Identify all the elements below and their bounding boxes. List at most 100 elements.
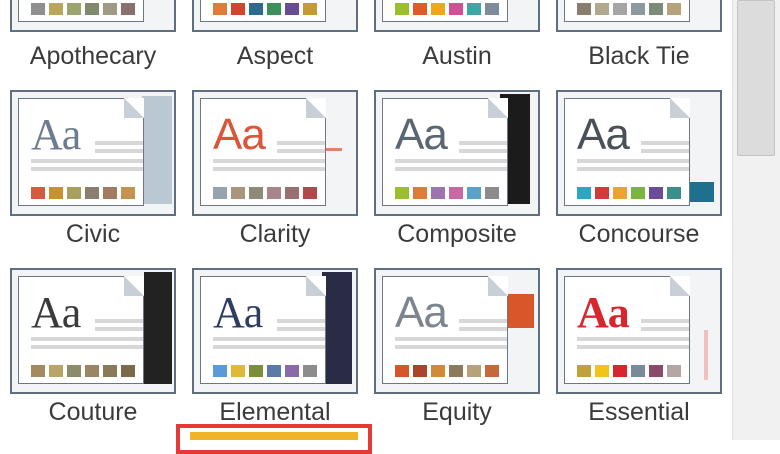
text-line-placeholder xyxy=(95,141,143,145)
color-swatch xyxy=(285,365,299,377)
color-swatch xyxy=(613,187,627,199)
color-swatch xyxy=(49,3,63,15)
color-swatch xyxy=(67,365,81,377)
text-line-placeholder xyxy=(577,345,689,349)
theme-tile-black-tie[interactable] xyxy=(556,0,722,32)
color-swatch xyxy=(577,365,591,377)
theme-accent-art xyxy=(322,272,352,384)
theme-document-preview: Aa xyxy=(382,98,508,206)
theme-document-preview: Aa xyxy=(200,276,326,384)
theme-label: Aspect xyxy=(236,42,314,70)
font-sample: Aa xyxy=(31,288,81,337)
text-line-placeholder xyxy=(395,167,507,171)
theme-document-preview xyxy=(200,0,326,22)
theme-label: Composite xyxy=(397,220,517,248)
theme-tile-essential[interactable]: Aa xyxy=(556,268,722,394)
text-line-placeholder xyxy=(31,159,143,163)
theme-tile-aspect[interactable] xyxy=(192,0,358,32)
color-swatch xyxy=(485,3,499,15)
color-swatch xyxy=(249,187,263,199)
text-line-placeholder xyxy=(459,327,507,331)
color-swatch xyxy=(613,365,627,377)
theme-document-preview: Aa xyxy=(18,98,144,206)
text-line-placeholder xyxy=(277,319,325,323)
text-line-placeholder xyxy=(459,149,507,153)
color-swatch xyxy=(103,365,117,377)
color-swatches xyxy=(213,3,321,15)
text-line-placeholder xyxy=(641,327,689,331)
color-swatch xyxy=(667,3,681,15)
color-swatch xyxy=(577,3,591,15)
text-line-placeholder xyxy=(95,149,143,153)
color-swatch xyxy=(213,3,227,15)
color-swatches xyxy=(577,187,685,199)
theme-tile-austin[interactable] xyxy=(374,0,540,32)
vertical-scrollbar[interactable] xyxy=(732,0,780,440)
color-swatch xyxy=(631,365,645,377)
page-fold-icon xyxy=(306,276,326,296)
color-swatch xyxy=(213,365,227,377)
theme-label: Elemental xyxy=(219,398,331,426)
color-swatch xyxy=(49,365,63,377)
color-swatch xyxy=(303,365,317,377)
font-sample: Aa xyxy=(577,110,630,159)
color-swatch xyxy=(595,365,609,377)
theme-tile-elemental[interactable]: Aa xyxy=(192,268,358,394)
font-sample: Aa xyxy=(395,110,448,159)
color-swatch xyxy=(577,187,591,199)
theme-document-preview xyxy=(18,0,144,22)
theme-tile-clarity[interactable]: Aa xyxy=(192,90,358,216)
color-swatch xyxy=(85,187,99,199)
color-swatch xyxy=(595,187,609,199)
theme-tile-composite[interactable]: Aa xyxy=(374,90,540,216)
color-swatches xyxy=(395,3,503,15)
page-fold-icon xyxy=(670,98,690,118)
color-swatch xyxy=(413,365,427,377)
text-line-placeholder xyxy=(277,327,325,331)
color-swatch xyxy=(449,3,463,15)
color-swatches xyxy=(577,365,685,377)
color-swatches xyxy=(395,187,503,199)
theme-tile-concourse[interactable]: Aa xyxy=(556,90,722,216)
color-swatch xyxy=(67,3,81,15)
selected-theme-highlight[interactable] xyxy=(176,424,372,454)
color-swatch xyxy=(303,3,317,15)
theme-tile-apothecary[interactable] xyxy=(10,0,176,32)
theme-label: Clarity xyxy=(239,220,311,248)
color-swatch xyxy=(595,3,609,15)
text-line-placeholder xyxy=(95,319,143,323)
page-fold-icon xyxy=(488,276,508,296)
color-swatch xyxy=(267,3,281,15)
color-swatch xyxy=(413,3,427,15)
theme-label: Civic xyxy=(65,220,121,248)
page-fold-icon xyxy=(124,98,144,118)
theme-accent-art xyxy=(704,330,708,380)
color-swatch xyxy=(485,187,499,199)
color-swatch xyxy=(267,365,281,377)
color-swatch xyxy=(231,187,245,199)
theme-tile-equity[interactable]: Aa xyxy=(374,268,540,394)
color-swatch xyxy=(431,365,445,377)
page-fold-icon xyxy=(670,276,690,296)
color-swatch xyxy=(413,187,427,199)
text-line-placeholder xyxy=(459,319,507,323)
text-line-placeholder xyxy=(395,345,507,349)
theme-tile-civic[interactable]: Aa xyxy=(10,90,176,216)
theme-document-preview: Aa xyxy=(18,276,144,384)
color-swatches xyxy=(213,365,321,377)
color-swatch xyxy=(431,187,445,199)
color-swatch xyxy=(613,3,627,15)
theme-document-preview: Aa xyxy=(382,276,508,384)
color-swatch xyxy=(231,3,245,15)
color-swatch xyxy=(267,187,281,199)
theme-label: Essential xyxy=(588,398,690,426)
scrollbar-thumb[interactable] xyxy=(737,0,775,156)
text-line-placeholder xyxy=(95,327,143,331)
color-swatch xyxy=(303,187,317,199)
theme-tile-couture[interactable]: Aa xyxy=(10,268,176,394)
color-swatches xyxy=(577,3,685,15)
theme-document-preview xyxy=(382,0,508,22)
color-swatch xyxy=(103,187,117,199)
color-swatch xyxy=(649,3,663,15)
text-line-placeholder xyxy=(213,167,325,171)
